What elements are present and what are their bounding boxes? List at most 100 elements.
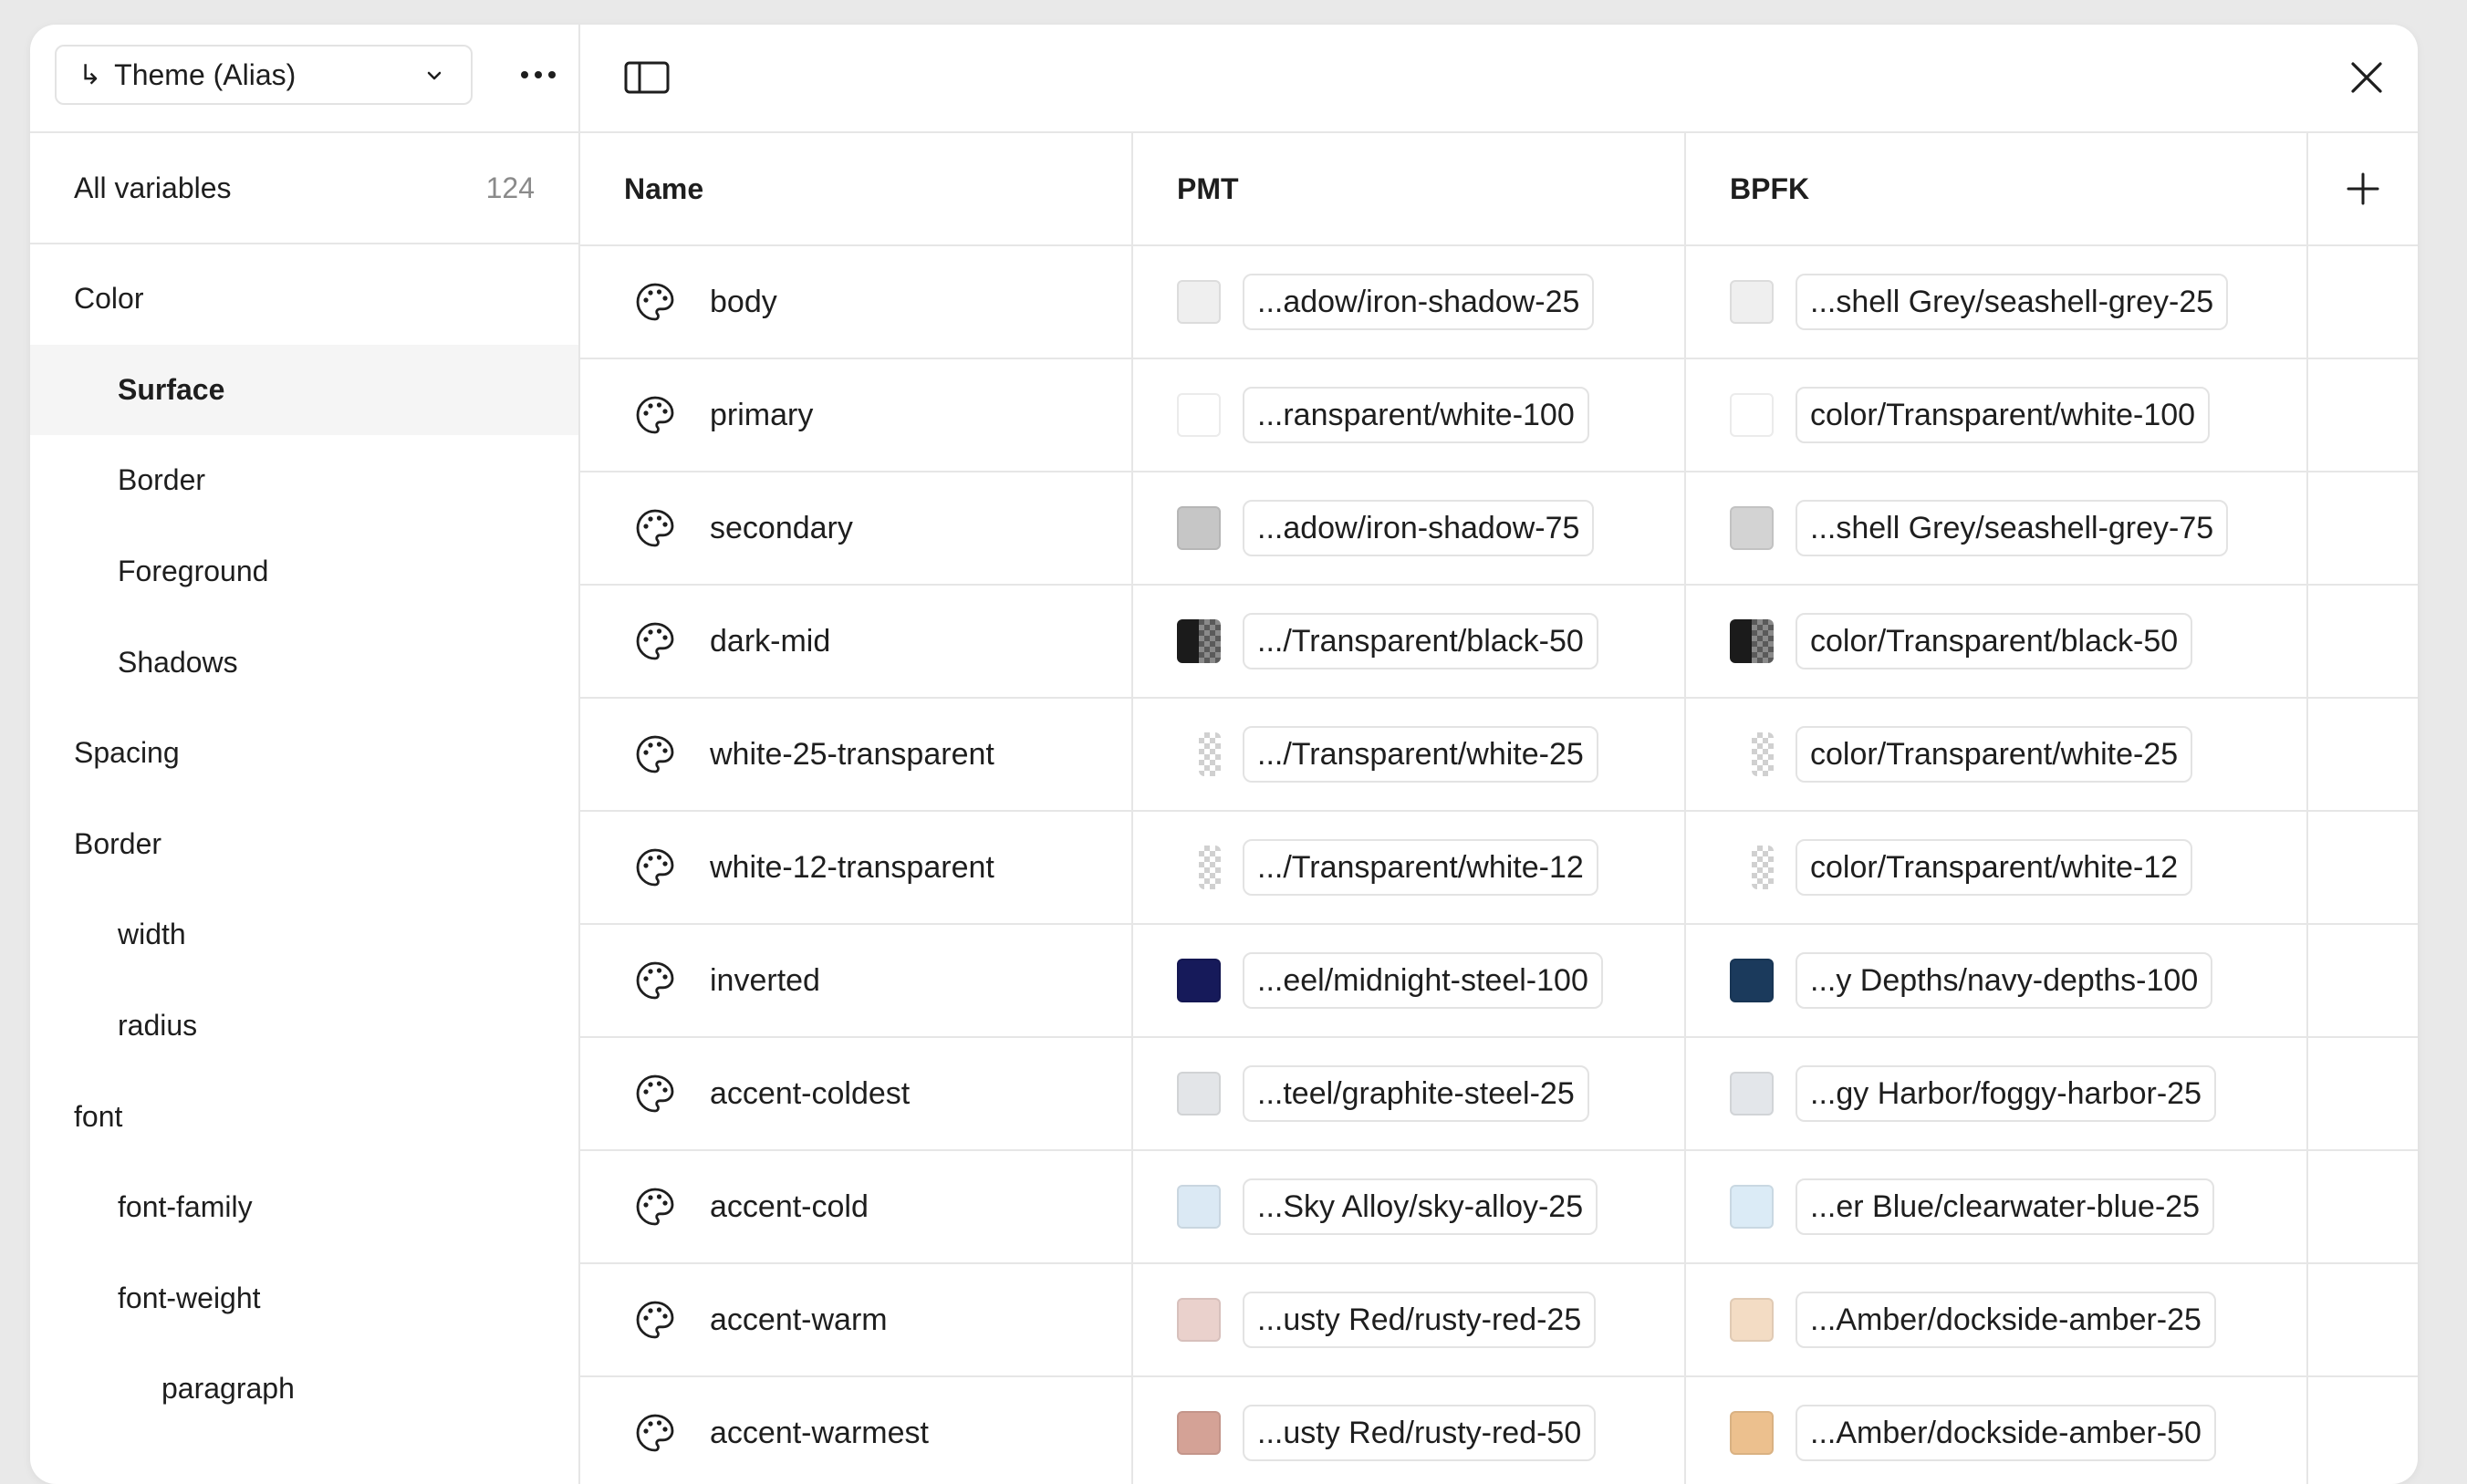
pmt-alias-pill[interactable]: ...usty Red/rusty-red-25 <box>1243 1292 1597 1348</box>
bpfk-color-swatch[interactable] <box>1730 1072 1774 1116</box>
sidebar-group-item[interactable]: radius <box>30 981 578 1072</box>
table-row[interactable]: accent-cold ...Sky Alloy/sky-alloy-25 ..… <box>580 1151 2418 1264</box>
pmt-alias-pill[interactable]: .../Transparent/white-25 <box>1243 726 1598 783</box>
bpfk-alias-pill[interactable]: ...er Blue/clearwater-blue-25 <box>1796 1178 2215 1235</box>
bpfk-color-swatch[interactable] <box>1730 1411 1774 1455</box>
close-icon[interactable] <box>2348 59 2385 96</box>
name-cell[interactable]: accent-coldest <box>580 1038 1133 1149</box>
table-row[interactable]: accent-warm ...usty Red/rusty-red-25 ...… <box>580 1264 2418 1377</box>
bpfk-color-swatch[interactable] <box>1730 506 1774 550</box>
bpfk-color-swatch[interactable] <box>1730 959 1774 1002</box>
sidebar-group-item[interactable]: Surface <box>30 344 578 436</box>
name-cell[interactable]: dark-mid <box>580 586 1133 697</box>
sidebar-group-item[interactable]: width <box>30 889 578 981</box>
pmt-color-swatch[interactable] <box>1177 1185 1221 1229</box>
bpfk-value-cell[interactable]: color/Transparent/black-50 <box>1686 586 2308 697</box>
bpfk-value-cell[interactable]: ...y Depths/navy-depths-100 <box>1686 925 2308 1036</box>
bpfk-alias-pill[interactable]: color/Transparent/white-12 <box>1796 839 2193 896</box>
sidebar-group-item[interactable]: Shadows <box>30 617 578 708</box>
table-row[interactable]: secondary ...adow/iron-shadow-75 ...shel… <box>580 472 2418 586</box>
sidebar-group-item[interactable]: Foreground <box>30 526 578 617</box>
name-cell[interactable]: body <box>580 246 1133 358</box>
table-row[interactable]: accent-warmest ...usty Red/rusty-red-50 … <box>580 1377 2418 1484</box>
table-row[interactable]: primary ...ransparent/white-100 color/Tr… <box>580 359 2418 472</box>
pmt-value-cell[interactable]: .../Transparent/white-25 <box>1133 699 1686 810</box>
pmt-alias-pill[interactable]: ...usty Red/rusty-red-50 <box>1243 1405 1597 1461</box>
sidebar-group-item[interactable]: Border <box>30 799 578 890</box>
bpfk-value-cell[interactable]: ...shell Grey/seashell-grey-75 <box>1686 472 2308 584</box>
pmt-color-swatch[interactable] <box>1177 619 1221 663</box>
bpfk-color-swatch[interactable] <box>1730 1185 1774 1229</box>
pmt-alias-pill[interactable]: ...eel/midnight-steel-100 <box>1243 952 1603 1009</box>
pmt-color-swatch[interactable] <box>1199 732 1221 776</box>
all-variables-item[interactable]: All variables 124 <box>30 133 578 244</box>
bpfk-color-swatch[interactable] <box>1752 732 1774 776</box>
name-cell[interactable]: accent-warm <box>580 1264 1133 1375</box>
bpfk-alias-pill[interactable]: color/Transparent/black-50 <box>1796 613 2193 669</box>
pmt-value-cell[interactable]: ...usty Red/rusty-red-25 <box>1133 1264 1686 1375</box>
pmt-value-cell[interactable]: ...eel/midnight-steel-100 <box>1133 925 1686 1036</box>
pmt-color-swatch[interactable] <box>1177 393 1221 437</box>
sidebar-group-item[interactable]: font <box>30 1071 578 1162</box>
sidebar-toggle-icon[interactable] <box>624 59 671 96</box>
sidebar-group-item[interactable]: Border <box>30 435 578 526</box>
name-cell[interactable]: white-12-transparent <box>580 812 1133 923</box>
pmt-color-swatch[interactable] <box>1177 959 1221 1002</box>
bpfk-value-cell[interactable]: color/Transparent/white-25 <box>1686 699 2308 810</box>
bpfk-value-cell[interactable]: color/Transparent/white-100 <box>1686 359 2308 471</box>
pmt-alias-pill[interactable]: ...adow/iron-shadow-25 <box>1243 274 1595 330</box>
table-row[interactable]: white-25-transparent .../Transparent/whi… <box>580 699 2418 812</box>
name-cell[interactable]: secondary <box>580 472 1133 584</box>
add-mode-button[interactable] <box>2308 133 2418 244</box>
pmt-value-cell[interactable]: .../Transparent/black-50 <box>1133 586 1686 697</box>
sidebar-group-item[interactable]: Spacing <box>30 708 578 799</box>
bpfk-color-swatch[interactable] <box>1752 846 1774 889</box>
bpfk-value-cell[interactable]: ...er Blue/clearwater-blue-25 <box>1686 1151 2308 1262</box>
pmt-value-cell[interactable]: ...Sky Alloy/sky-alloy-25 <box>1133 1151 1686 1262</box>
pmt-alias-pill[interactable]: .../Transparent/white-12 <box>1243 839 1598 896</box>
pmt-alias-pill[interactable]: ...ransparent/white-100 <box>1243 387 1589 443</box>
table-row[interactable]: inverted ...eel/midnight-steel-100 ...y … <box>580 925 2418 1038</box>
pmt-alias-pill[interactable]: .../Transparent/black-50 <box>1243 613 1598 669</box>
bpfk-color-swatch[interactable] <box>1730 280 1774 324</box>
pmt-value-cell[interactable]: ...adow/iron-shadow-75 <box>1133 472 1686 584</box>
sidebar-group-item[interactable]: font-weight <box>30 1253 578 1344</box>
pmt-color-swatch[interactable] <box>1177 1072 1221 1116</box>
bpfk-value-cell[interactable]: ...shell Grey/seashell-grey-25 <box>1686 246 2308 358</box>
more-options-button[interactable] <box>511 57 566 93</box>
pmt-value-cell[interactable]: ...ransparent/white-100 <box>1133 359 1686 471</box>
column-header-pmt[interactable]: PMT <box>1133 133 1686 244</box>
bpfk-color-swatch[interactable] <box>1730 1298 1774 1342</box>
bpfk-alias-pill[interactable]: ...gy Harbor/foggy-harbor-25 <box>1796 1065 2216 1122</box>
bpfk-alias-pill[interactable]: color/Transparent/white-100 <box>1796 387 2211 443</box>
pmt-color-swatch[interactable] <box>1177 280 1221 324</box>
bpfk-color-swatch[interactable] <box>1730 619 1774 663</box>
sidebar-group-item[interactable]: font-family <box>30 1162 578 1253</box>
pmt-value-cell[interactable]: .../Transparent/white-12 <box>1133 812 1686 923</box>
name-cell[interactable]: accent-warmest <box>580 1377 1133 1484</box>
pmt-alias-pill[interactable]: ...adow/iron-shadow-75 <box>1243 500 1595 556</box>
bpfk-value-cell[interactable]: ...Amber/dockside-amber-50 <box>1686 1377 2308 1484</box>
table-row[interactable]: accent-coldest ...teel/graphite-steel-25… <box>580 1038 2418 1151</box>
pmt-alias-pill[interactable]: ...Sky Alloy/sky-alloy-25 <box>1243 1178 1598 1235</box>
sidebar-group-item[interactable]: Color <box>30 254 578 345</box>
bpfk-color-swatch[interactable] <box>1730 393 1774 437</box>
table-row[interactable]: body ...adow/iron-shadow-25 ...shell Gre… <box>580 246 2418 359</box>
pmt-value-cell[interactable]: ...adow/iron-shadow-25 <box>1133 246 1686 358</box>
sidebar-group-item[interactable]: paragraph <box>30 1344 578 1435</box>
bpfk-alias-pill[interactable]: color/Transparent/white-25 <box>1796 726 2193 783</box>
pmt-value-cell[interactable]: ...teel/graphite-steel-25 <box>1133 1038 1686 1149</box>
name-cell[interactable]: inverted <box>580 925 1133 1036</box>
bpfk-alias-pill[interactable]: ...shell Grey/seashell-grey-75 <box>1796 500 2229 556</box>
bpfk-value-cell[interactable]: ...Amber/dockside-amber-25 <box>1686 1264 2308 1375</box>
pmt-value-cell[interactable]: ...usty Red/rusty-red-50 <box>1133 1377 1686 1484</box>
table-row[interactable]: dark-mid .../Transparent/black-50 color/… <box>580 586 2418 699</box>
column-header-bpfk[interactable]: BPFK <box>1686 133 2308 244</box>
bpfk-value-cell[interactable]: ...gy Harbor/foggy-harbor-25 <box>1686 1038 2308 1149</box>
table-row[interactable]: white-12-transparent .../Transparent/whi… <box>580 812 2418 925</box>
name-cell[interactable]: accent-cold <box>580 1151 1133 1262</box>
collection-select[interactable]: ↳ Theme (Alias) <box>55 45 473 105</box>
name-cell[interactable]: primary <box>580 359 1133 471</box>
pmt-color-swatch[interactable] <box>1177 1298 1221 1342</box>
pmt-color-swatch[interactable] <box>1199 846 1221 889</box>
